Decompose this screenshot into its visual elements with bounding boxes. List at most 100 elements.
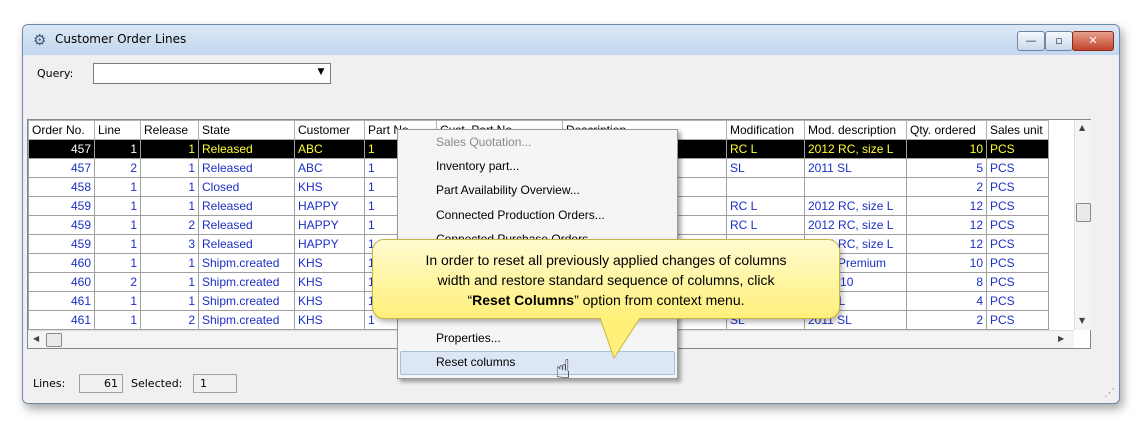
- table-cell: 12: [906, 234, 987, 254]
- table-cell: ABC: [294, 158, 365, 178]
- table-cell: PCS: [986, 177, 1049, 197]
- table-cell: Released: [198, 196, 295, 216]
- column-header[interactable]: State: [198, 120, 295, 140]
- app-gear-icon: ⚙: [33, 31, 47, 49]
- table-cell: 461: [28, 310, 95, 330]
- table-cell: PCS: [986, 139, 1049, 159]
- table-cell: 2: [94, 272, 141, 292]
- column-header[interactable]: Qty. ordered: [906, 120, 987, 140]
- selected-label: Selected:: [131, 377, 183, 390]
- maximize-button[interactable]: ▫: [1045, 31, 1073, 51]
- table-cell: 2: [140, 215, 199, 235]
- table-cell: HAPPY: [294, 215, 365, 235]
- table-cell: PCS: [986, 253, 1049, 273]
- table-cell: 1: [140, 158, 199, 178]
- table-cell: HAPPY: [294, 196, 365, 216]
- table-cell: RC L: [726, 196, 805, 216]
- chevron-down-icon[interactable]: ▼: [314, 65, 328, 80]
- table-cell: Shipm.created: [198, 253, 295, 273]
- callout-emphasis: Reset Columns: [472, 292, 575, 308]
- table-cell: [804, 177, 907, 197]
- table-cell: 2012 RC, size L: [804, 215, 907, 235]
- menu-item-inventory-part[interactable]: Inventory part...: [436, 156, 519, 176]
- table-cell: 1: [94, 310, 141, 330]
- table-cell: 1: [94, 253, 141, 273]
- menu-item-reset-columns[interactable]: Reset columns: [436, 352, 515, 372]
- table-cell: 4: [906, 291, 987, 311]
- table-cell: 461: [28, 291, 95, 311]
- column-header[interactable]: Sales unit: [986, 120, 1049, 140]
- table-cell: 1: [94, 196, 141, 216]
- table-cell: RC L: [726, 139, 805, 159]
- table-cell: 457: [28, 158, 95, 178]
- table-cell: Shipm.created: [198, 272, 295, 292]
- minimize-button[interactable]: —: [1017, 31, 1045, 51]
- scroll-up-icon[interactable]: ▲: [1079, 123, 1085, 132]
- table-cell: 2012 RC, size L: [804, 196, 907, 216]
- column-header[interactable]: Order No.: [28, 120, 95, 140]
- table-cell: 10: [906, 139, 987, 159]
- table-cell: 1: [140, 139, 199, 159]
- table-cell: KHS: [294, 310, 365, 330]
- table-cell: PCS: [986, 196, 1049, 216]
- table-cell: 1: [94, 215, 141, 235]
- lines-label: Lines:: [33, 377, 66, 390]
- table-cell: 5: [906, 158, 987, 178]
- table-cell: Released: [198, 234, 295, 254]
- callout-line-1: In order to reset all previously applied…: [425, 252, 787, 268]
- callout-pointer: [600, 318, 641, 360]
- table-cell: PCS: [986, 310, 1049, 330]
- column-header[interactable]: Line: [94, 120, 141, 140]
- scroll-left-icon[interactable]: ◀: [33, 334, 39, 343]
- table-cell: Released: [198, 158, 295, 178]
- menu-item-production-orders[interactable]: Connected Production Orders...: [436, 205, 605, 225]
- table-cell: 459: [28, 215, 95, 235]
- callout-line-2: width and restore standard sequence of c…: [437, 272, 775, 288]
- resize-grip-icon[interactable]: ⋰: [1104, 386, 1115, 399]
- table-cell: ABC: [294, 139, 365, 159]
- table-cell: 459: [28, 234, 95, 254]
- scroll-right-icon[interactable]: ▶: [1058, 334, 1064, 343]
- table-cell: 1: [140, 291, 199, 311]
- table-cell: KHS: [294, 272, 365, 292]
- table-cell: KHS: [294, 177, 365, 197]
- vertical-scroll-thumb[interactable]: [1076, 203, 1091, 222]
- close-button[interactable]: ✕: [1072, 31, 1114, 51]
- table-cell: Shipm.created: [198, 310, 295, 330]
- menu-item-sales-quotation[interactable]: Sales Quotation...: [436, 132, 531, 152]
- menu-item-properties[interactable]: Properties...: [436, 328, 501, 348]
- table-cell: 2: [906, 310, 987, 330]
- table-cell: PCS: [986, 272, 1049, 292]
- hand-cursor-icon: ☝: [555, 355, 571, 385]
- table-cell: HAPPY: [294, 234, 365, 254]
- column-header[interactable]: Customer: [294, 120, 365, 140]
- table-cell: Released: [198, 139, 295, 159]
- column-header[interactable]: Release: [140, 120, 199, 140]
- table-cell: RC L: [726, 215, 805, 235]
- table-cell: 1: [140, 196, 199, 216]
- table-cell: PCS: [986, 215, 1049, 235]
- table-cell: 3: [140, 234, 199, 254]
- menu-item-part-availability[interactable]: Part Availability Overview...: [436, 180, 580, 200]
- horizontal-scroll-thumb[interactable]: [46, 333, 62, 347]
- query-label: Query:: [37, 67, 74, 80]
- title-bar: ⚙ Customer Order Lines — ▫ ✕: [23, 25, 1119, 55]
- table-cell: 2: [94, 158, 141, 178]
- table-cell: 2: [140, 310, 199, 330]
- table-cell: 2011 SL: [804, 158, 907, 178]
- callout-line-3: “Reset Columns” option from context menu…: [373, 290, 839, 310]
- scroll-down-icon[interactable]: ▼: [1079, 316, 1085, 325]
- table-cell: PCS: [986, 291, 1049, 311]
- column-header[interactable]: Mod. description: [804, 120, 907, 140]
- table-cell: 1: [94, 139, 141, 159]
- column-header[interactable]: Modification: [726, 120, 805, 140]
- table-cell: Closed: [198, 177, 295, 197]
- vertical-scrollbar[interactable]: ▲ ▼: [1074, 120, 1091, 330]
- table-cell: 460: [28, 272, 95, 292]
- query-select[interactable]: [93, 63, 331, 84]
- table-cell: 458: [28, 177, 95, 197]
- table-cell: SL: [726, 158, 805, 178]
- table-cell: 460: [28, 253, 95, 273]
- table-cell: PCS: [986, 158, 1049, 178]
- table-cell: 1: [140, 272, 199, 292]
